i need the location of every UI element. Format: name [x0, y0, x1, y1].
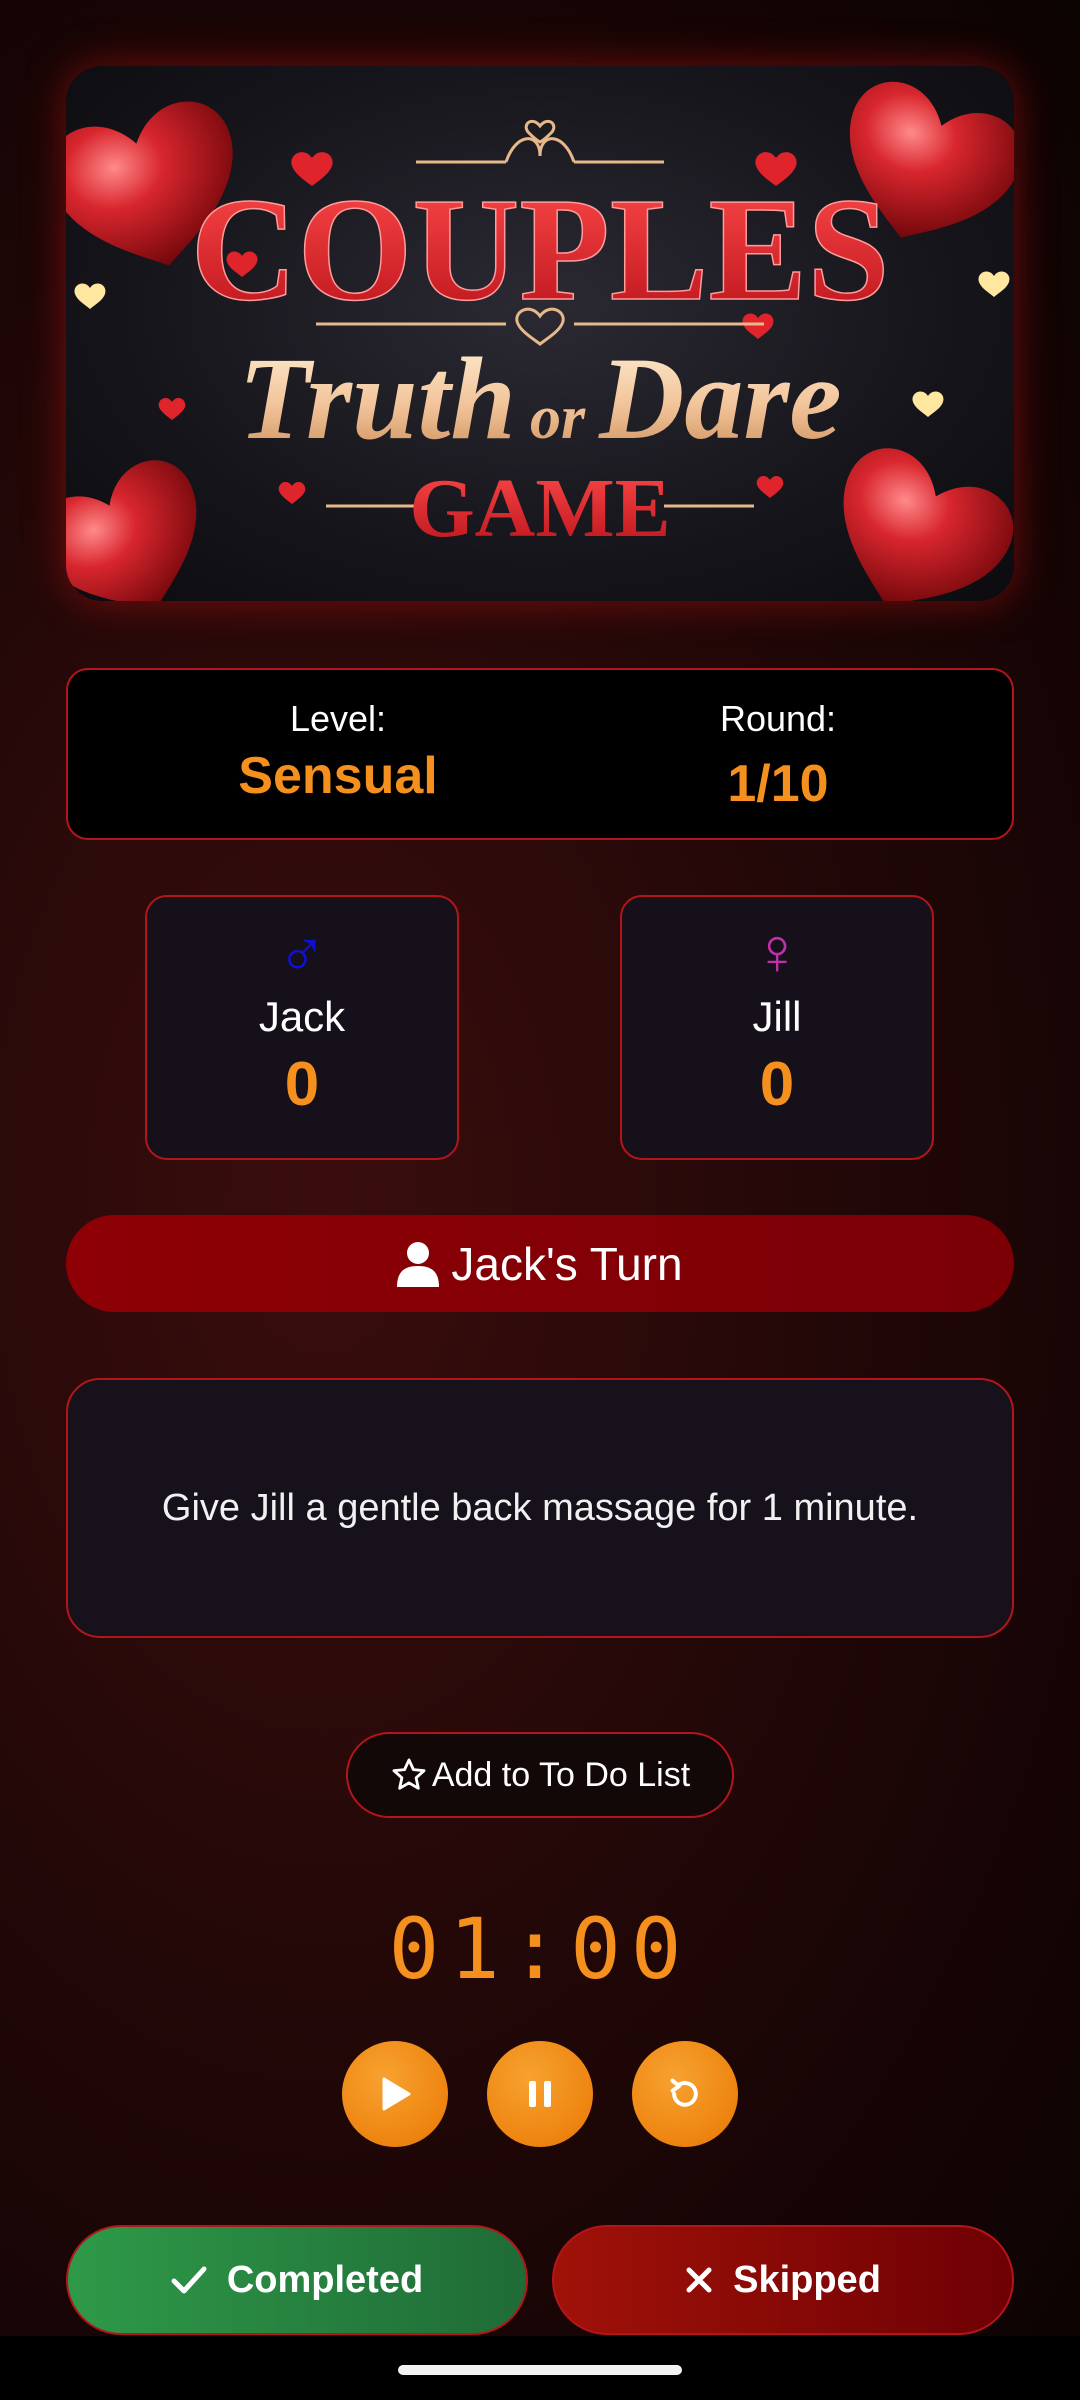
player-name: Jack [258, 993, 346, 1040]
completed-button[interactable]: Completed [66, 2225, 528, 2335]
turn-indicator: Jack's Turn [66, 1215, 1014, 1312]
checkmark-icon [171, 2266, 207, 2294]
banner-art: COUPLES Truth or Dare GAME [66, 81, 1014, 601]
skipped-label: Skipped [733, 2258, 881, 2301]
add-to-todo-label: Add to To Do List [431, 1755, 691, 1794]
close-icon [686, 2267, 712, 2293]
player-name: Jill [752, 993, 802, 1040]
completed-label: Completed [226, 2258, 424, 2301]
banner-title-or: or [530, 384, 586, 452]
turn-label: Jack's Turn [451, 1237, 683, 1290]
player-card-jack: ♂ Jack 0 [145, 895, 459, 1160]
female-icon: ♀ [752, 914, 802, 988]
reset-icon [670, 2078, 698, 2107]
pause-button[interactable] [487, 2041, 593, 2147]
play-button[interactable] [342, 2041, 448, 2147]
reset-button[interactable] [632, 2041, 738, 2147]
person-icon [397, 1241, 440, 1287]
level-label: Level: [289, 698, 387, 739]
home-indicator[interactable] [398, 2365, 682, 2375]
level-value: Sensual [238, 747, 438, 805]
player-card-jill: ♀ Jill 0 [620, 895, 934, 1160]
round-value: 1/10 [727, 755, 829, 813]
player-score: 0 [759, 1050, 795, 1119]
banner-title-couples: COUPLES [190, 168, 889, 332]
task-text: Give Jill a gentle back massage for 1 mi… [161, 1486, 919, 1529]
heart-icon [66, 460, 197, 601]
banner-title-game: GAME [409, 462, 670, 555]
add-to-todo-button[interactable]: Add to To Do List [346, 1732, 734, 1818]
star-outline-icon [392, 1758, 426, 1790]
player-score: 0 [284, 1050, 320, 1119]
round-section: Round: 1/10 [628, 698, 928, 814]
round-label: Round: [719, 698, 837, 739]
level-section: Level: Sensual [188, 698, 488, 806]
banner-title-truth: Truth [238, 333, 516, 464]
play-icon [382, 2077, 411, 2111]
timer-display: 01:00 [388, 1900, 692, 1998]
male-icon: ♂ [277, 914, 327, 988]
svg-text:Truth or Dare: Truth or Dare [238, 333, 841, 464]
game-info-card: Level: Sensual Round: 1/10 [66, 668, 1014, 840]
game-banner: COUPLES Truth or Dare GAME [66, 66, 1014, 601]
banner-title-dare: Dare [598, 333, 842, 464]
pause-icon [529, 2081, 551, 2107]
skipped-button[interactable]: Skipped [552, 2225, 1014, 2335]
task-card: Give Jill a gentle back massage for 1 mi… [66, 1378, 1014, 1638]
